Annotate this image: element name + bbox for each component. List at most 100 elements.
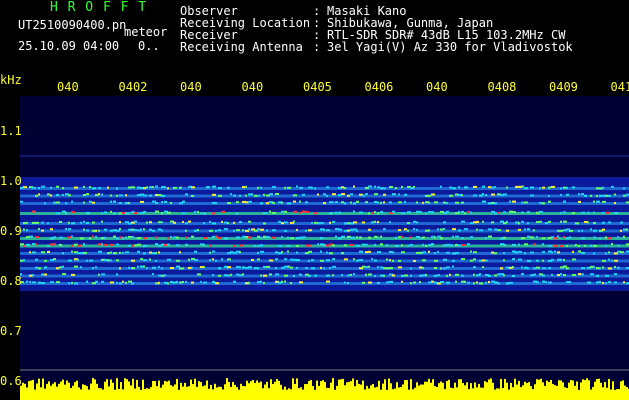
band-speckle: [143, 259, 147, 262]
band-speckle: [380, 266, 383, 269]
band-speckle: [62, 265, 64, 268]
band-speckle: [158, 228, 161, 231]
amplitude-bar: [272, 384, 274, 400]
amplitude-bar: [554, 385, 556, 400]
band-speckle: [38, 228, 40, 231]
band-speckle: [194, 229, 197, 232]
band-speckle: [377, 212, 379, 215]
band-speckle: [155, 259, 157, 262]
band-speckle: [116, 259, 119, 262]
band-speckle: [503, 211, 506, 214]
amplitude-bar: [570, 379, 572, 400]
amplitude-bar: [462, 382, 464, 400]
band-speckle: [374, 220, 376, 223]
amplitude-bar: [520, 387, 522, 400]
amplitude-bar: [164, 380, 166, 400]
amplitude-bar: [286, 389, 288, 400]
band-speckle: [572, 273, 576, 276]
amplitude-bar: [612, 381, 614, 400]
band-speckle: [383, 274, 385, 277]
band-speckle: [548, 281, 552, 284]
band-speckle: [353, 210, 355, 213]
band-speckle: [488, 186, 491, 189]
band-speckle: [311, 186, 313, 189]
amplitude-bar: [376, 386, 378, 400]
band-speckle: [212, 235, 215, 238]
band-speckle: [203, 212, 206, 215]
band-speckle: [377, 201, 379, 204]
amplitude-bar: [460, 379, 462, 400]
band-speckle: [473, 258, 476, 261]
band-speckle: [461, 210, 464, 213]
amplitude-bar: [350, 381, 352, 400]
band-speckle: [482, 185, 485, 188]
amplitude-bar: [236, 387, 238, 400]
amplitude-bar: [230, 386, 232, 400]
band-speckle: [89, 186, 91, 189]
amplitude-bar: [98, 388, 100, 400]
amplitude-bar: [394, 388, 396, 400]
band-speckle: [128, 266, 130, 269]
band-speckle: [290, 266, 293, 269]
band-speckle: [344, 281, 346, 284]
band-speckle: [164, 274, 166, 277]
amplitude-bar: [430, 382, 432, 400]
band-speckle: [41, 221, 44, 224]
band-speckle: [161, 212, 163, 215]
amplitude-bar: [576, 381, 578, 400]
amplitude-bar: [88, 389, 90, 400]
amplitude-bar: [22, 382, 24, 400]
band-speckle: [530, 194, 534, 197]
band-speckle: [149, 186, 152, 189]
band-speckle: [116, 273, 118, 276]
band-speckle: [356, 229, 358, 232]
band-speckle: [572, 250, 574, 253]
band-speckle: [137, 237, 141, 240]
band-speckle: [470, 236, 473, 239]
band-speckle: [614, 202, 616, 205]
amplitude-bar: [506, 382, 508, 400]
band-speckle: [125, 251, 129, 254]
band-speckle: [419, 211, 422, 214]
x-tick-label: 0408: [487, 80, 517, 94]
amplitude-bar: [244, 386, 246, 400]
band-speckle: [407, 222, 410, 225]
band-speckle: [329, 212, 333, 215]
band-speckle: [542, 237, 545, 240]
band-speckle: [527, 267, 529, 270]
amplitude-bar: [448, 379, 450, 400]
band-speckle: [332, 244, 335, 247]
band-speckle: [353, 221, 357, 224]
band-speckle: [227, 222, 229, 225]
y-tick-label: 1.1: [0, 124, 22, 138]
band-speckle: [35, 236, 39, 239]
amplitude-bar: [290, 389, 292, 400]
band-speckle: [341, 252, 344, 255]
band-speckle: [155, 243, 158, 246]
band-speckle: [518, 222, 520, 225]
amplitude-bar: [584, 380, 586, 400]
band-speckle: [266, 202, 269, 205]
band-speckle: [431, 193, 435, 196]
amplitude-bar: [342, 378, 344, 400]
amplitude-bar: [36, 383, 38, 400]
band-speckle: [317, 243, 319, 246]
band-speckle: [380, 201, 382, 204]
band-speckle: [74, 265, 78, 268]
band-speckle: [65, 202, 67, 205]
band-speckle: [116, 281, 118, 284]
band-speckle: [95, 235, 97, 238]
amplitude-bar: [96, 383, 98, 400]
band-speckle: [485, 259, 488, 262]
band-speckle: [398, 193, 400, 196]
band-speckle: [530, 236, 534, 239]
amplitude-bar: [390, 383, 392, 400]
band-speckle: [20, 259, 23, 262]
amplitude-bar: [348, 381, 350, 400]
band-speckle: [383, 201, 385, 204]
band-speckle: [446, 266, 450, 269]
amplitude-bar: [490, 378, 492, 400]
band-speckle: [68, 194, 71, 197]
band-speckle: [284, 210, 287, 213]
band-speckle: [224, 228, 228, 231]
